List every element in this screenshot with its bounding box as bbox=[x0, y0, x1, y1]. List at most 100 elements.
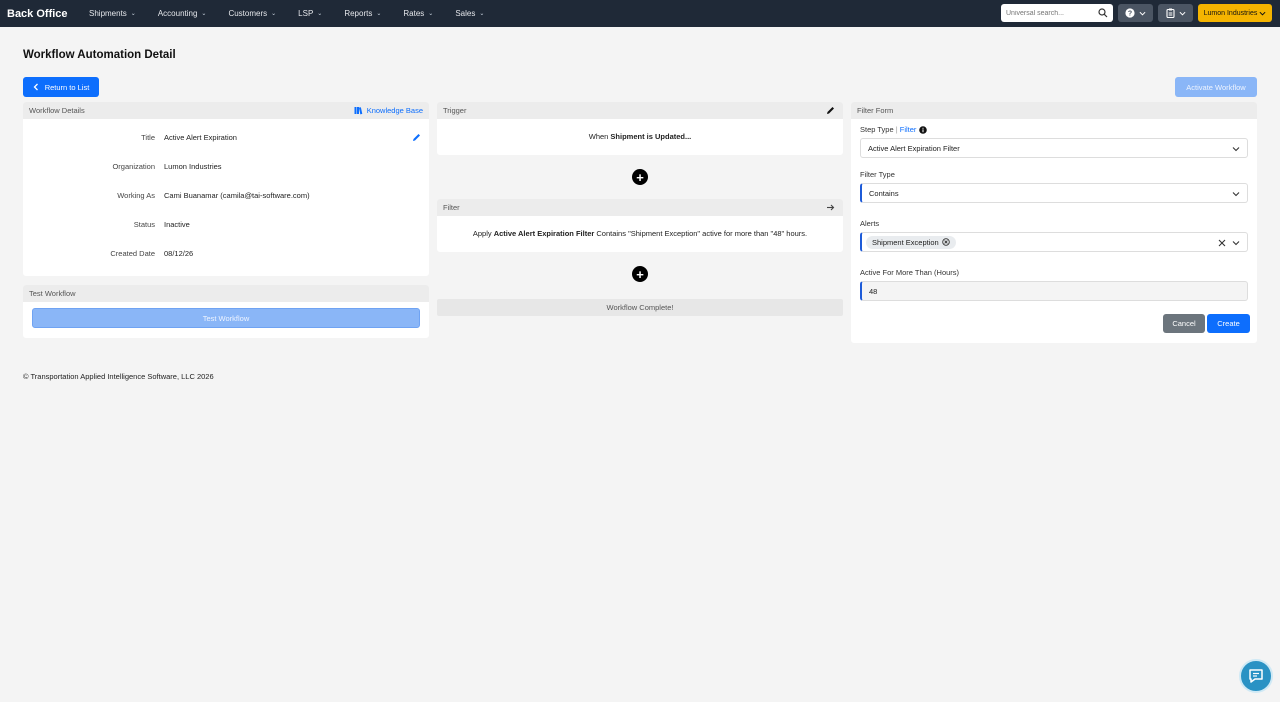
test-workflow-label: Test Workflow bbox=[202, 313, 250, 323]
detail-label: Status bbox=[133, 220, 155, 229]
panel-title: Workflow Details bbox=[29, 106, 85, 115]
detail-label: Working As bbox=[117, 191, 155, 200]
workflow-details-panel: Workflow Details Knowledge Base Title Ac… bbox=[23, 102, 429, 276]
chevron-down-icon: ⌄ bbox=[376, 11, 382, 17]
filter-type-label: Filter Type bbox=[860, 170, 895, 179]
filter-form-panel: Filter Form Step Type | Filter Active Al… bbox=[851, 102, 1257, 343]
nav-item-shipments[interactable]: Shipments ⌄ bbox=[89, 9, 136, 18]
nav-item-sales[interactable]: Sales ⌄ bbox=[455, 9, 484, 18]
nav-item-reports[interactable]: Reports ⌄ bbox=[344, 9, 381, 18]
universal-search-input[interactable] bbox=[1006, 9, 1094, 17]
trigger-header: Trigger bbox=[437, 102, 843, 119]
filter-text-bold: Active Alert Expiration Filter bbox=[493, 229, 595, 238]
add-step-button[interactable]: + bbox=[632, 266, 648, 282]
detail-value: 08/12/26 bbox=[164, 249, 194, 258]
help-menu-button[interactable]: ? bbox=[1118, 4, 1153, 22]
create-button[interactable]: Create bbox=[1207, 314, 1250, 333]
filter-panel: Filter Apply Active Alert Expiration Fil… bbox=[437, 199, 843, 252]
workflow-details-header: Workflow Details Knowledge Base bbox=[23, 102, 429, 119]
nav-item-lsp[interactable]: LSP ⌄ bbox=[298, 9, 322, 18]
chevron-down-icon bbox=[1179, 11, 1185, 16]
active-hours-label: Active For More Than (Hours) bbox=[860, 268, 960, 277]
universal-search[interactable] bbox=[1001, 4, 1113, 22]
filter-description: Apply Active Alert Expiration Filter Con… bbox=[437, 229, 843, 238]
page-title: Workflow Automation Detail bbox=[23, 49, 176, 61]
organization-switcher[interactable]: Lumon Industries bbox=[1198, 4, 1272, 22]
alerts-multiselect[interactable]: Shipment Exception bbox=[860, 232, 1248, 252]
knowledge-base-label: Knowledge Base bbox=[366, 106, 423, 115]
nav-item-label: Sales bbox=[455, 9, 476, 18]
cancel-label: Cancel bbox=[1172, 319, 1196, 328]
detail-label: Title bbox=[141, 133, 155, 142]
chat-icon bbox=[1249, 669, 1263, 683]
panel-title: Trigger bbox=[443, 106, 467, 115]
trigger-description: When Shipment is Updated... bbox=[437, 132, 843, 141]
step-select[interactable]: Active Alert Expiration Filter bbox=[860, 138, 1248, 158]
nav-item-rates[interactable]: Rates ⌄ bbox=[403, 9, 433, 18]
info-icon[interactable] bbox=[919, 125, 928, 134]
chevron-down-icon bbox=[1139, 11, 1146, 16]
brand-title[interactable]: Back Office bbox=[7, 8, 79, 20]
footer-copyright: © Transportation Applied Intelligence So… bbox=[23, 372, 214, 381]
chevron-down-icon: ⌄ bbox=[271, 11, 277, 17]
nav-item-label: Rates bbox=[403, 9, 425, 18]
workflow-complete-label: Workflow Complete! bbox=[606, 303, 674, 312]
return-to-list-button[interactable]: Return to List bbox=[23, 77, 99, 97]
filter-type-value: Contains bbox=[869, 188, 899, 198]
chevron-left-icon bbox=[33, 83, 38, 91]
clipboard-menu-button[interactable] bbox=[1158, 4, 1193, 22]
detail-label: Created Date bbox=[110, 249, 155, 258]
knowledge-base-link[interactable]: Knowledge Base bbox=[354, 106, 423, 115]
search-icon[interactable] bbox=[1098, 8, 1108, 18]
detail-value: Cami Buanamar (camila@tai-software.com) bbox=[164, 191, 310, 200]
trigger-text-bold: Shipment is Updated... bbox=[610, 132, 692, 141]
filter-form-header: Filter Form bbox=[851, 102, 1257, 119]
organization-label: Lumon Industries bbox=[1203, 9, 1258, 17]
chevron-down-icon: ⌄ bbox=[428, 11, 434, 17]
chevron-down-icon: ⌄ bbox=[130, 11, 136, 17]
arrow-right-icon[interactable] bbox=[826, 203, 835, 212]
book-icon bbox=[354, 107, 362, 115]
detail-value: Active Alert Expiration bbox=[164, 133, 237, 142]
alert-chip: Shipment Exception bbox=[866, 235, 956, 249]
clear-icon[interactable] bbox=[1218, 239, 1226, 247]
step-type-value: Filter bbox=[899, 125, 917, 134]
active-hours-input[interactable]: 48 bbox=[860, 281, 1248, 301]
nav-right-group: ? Lumon Industries bbox=[1001, 4, 1272, 22]
chevron-down-icon bbox=[1232, 147, 1240, 152]
cancel-button[interactable]: Cancel bbox=[1163, 314, 1205, 333]
pencil-icon[interactable] bbox=[412, 133, 421, 142]
detail-value: Inactive bbox=[164, 220, 190, 229]
trigger-text-prefix: When bbox=[588, 132, 611, 141]
step-type-label: Step Type | Filter bbox=[860, 125, 928, 134]
nav-item-label: Customers bbox=[228, 9, 268, 18]
chat-button[interactable] bbox=[1239, 659, 1273, 693]
help-icon: ? bbox=[1125, 8, 1135, 18]
activate-workflow-button[interactable]: Activate Workflow bbox=[1175, 77, 1257, 97]
nav-item-label: LSP bbox=[298, 9, 314, 18]
detail-label: Organization bbox=[112, 162, 155, 171]
remove-chip-icon[interactable] bbox=[941, 238, 950, 246]
svg-text:?: ? bbox=[1128, 11, 1132, 18]
chevron-down-icon: ⌄ bbox=[317, 11, 323, 17]
activate-workflow-label: Activate Workflow bbox=[1186, 82, 1246, 92]
chevron-down-icon bbox=[1259, 11, 1266, 16]
pencil-icon[interactable] bbox=[826, 106, 835, 115]
step-type-label-text: Step Type bbox=[860, 125, 894, 134]
filter-type-select[interactable]: Contains bbox=[860, 183, 1248, 203]
filter-text-prefix: Apply bbox=[472, 229, 494, 238]
create-label: Create bbox=[1217, 319, 1240, 328]
chevron-down-icon bbox=[1232, 241, 1240, 246]
clipboard-icon bbox=[1165, 8, 1175, 18]
nav-item-accounting[interactable]: Accounting ⌄ bbox=[158, 9, 207, 18]
add-step-button[interactable]: + bbox=[632, 169, 648, 185]
nav-item-label: Accounting bbox=[157, 9, 198, 18]
test-workflow-button[interactable]: Test Workflow bbox=[32, 308, 420, 328]
test-workflow-header: Test Workflow bbox=[23, 285, 429, 302]
nav-item-label: Reports bbox=[344, 9, 373, 18]
step-select-value: Active Alert Expiration Filter bbox=[868, 143, 960, 153]
return-to-list-label: Return to List bbox=[44, 82, 90, 92]
panel-title: Test Workflow bbox=[29, 289, 76, 298]
trigger-panel: Trigger When Shipment is Updated... bbox=[437, 102, 843, 155]
nav-item-customers[interactable]: Customers ⌄ bbox=[228, 9, 276, 18]
